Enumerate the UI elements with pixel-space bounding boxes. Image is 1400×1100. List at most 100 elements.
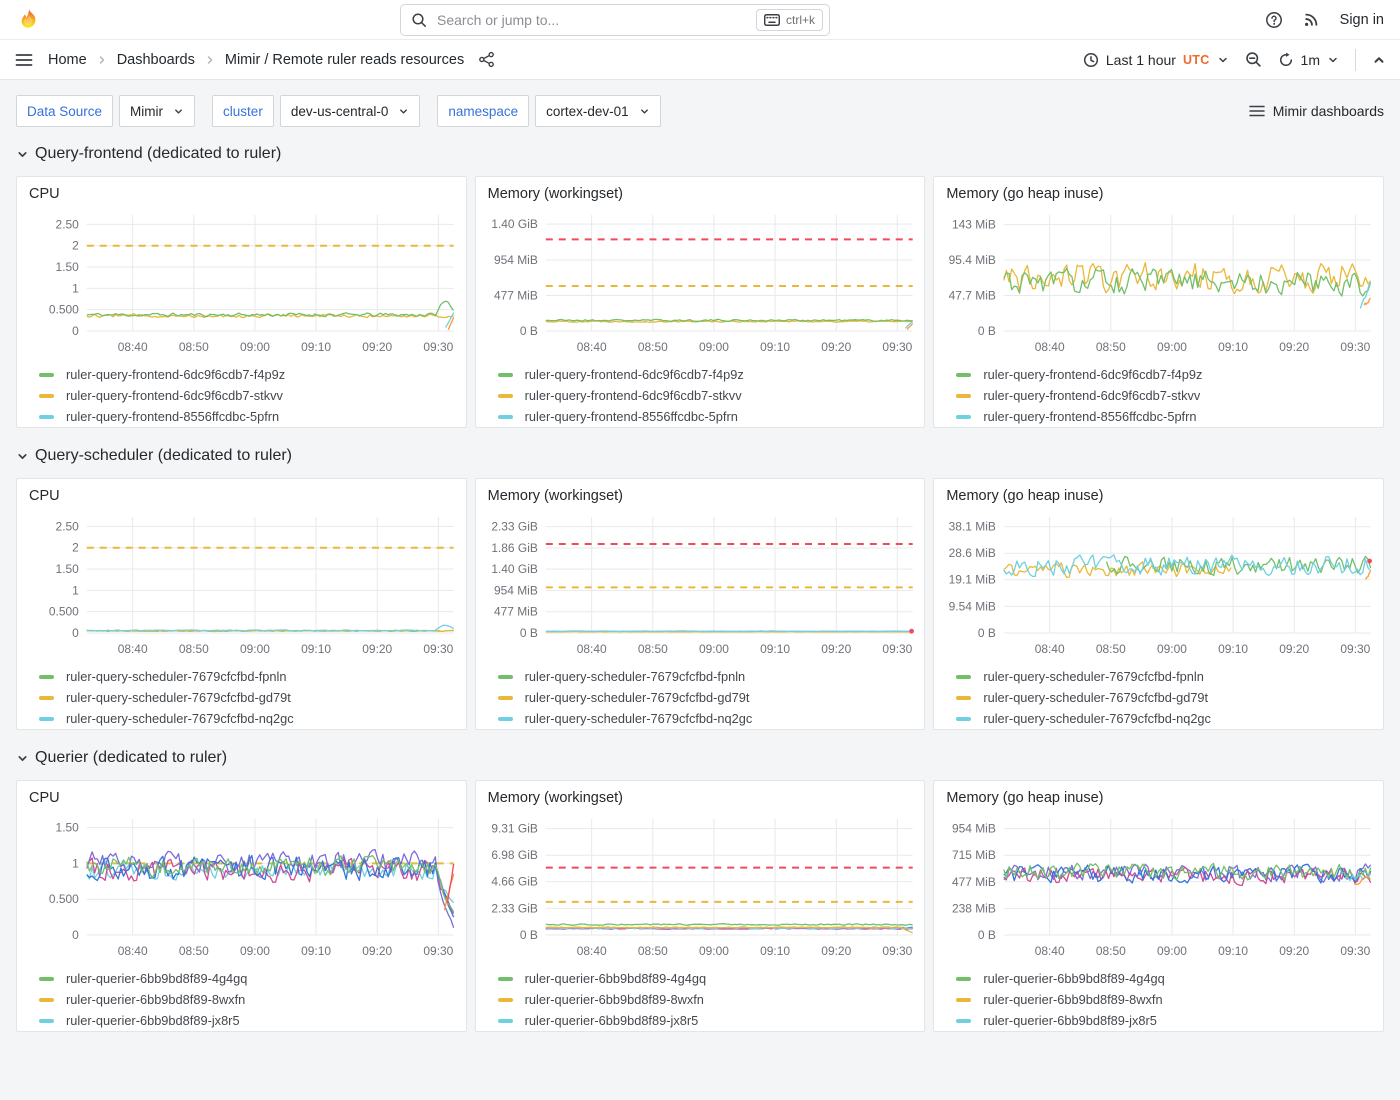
panel: CPU 2.5021.5010.500008:4008:5009:0009:10…	[16, 478, 467, 730]
refresh-picker[interactable]: 1m	[1278, 52, 1339, 68]
legend-item[interactable]: ruler-querier-6bb9bd8f89-8wxfn	[39, 989, 458, 1010]
legend-item[interactable]: ruler-query-scheduler-7679cfcfbd-nq2gc	[39, 708, 458, 729]
mega-menu-button[interactable]	[14, 50, 34, 70]
panel-title[interactable]: Memory (workingset)	[484, 787, 917, 813]
legend-label: ruler-query-scheduler-7679cfcfbd-nq2gc	[66, 711, 294, 726]
legend-swatch	[498, 998, 513, 1002]
legend-item[interactable]: ruler-querier-6bb9bd8f89-jx8r5	[498, 1010, 917, 1031]
legend-item[interactable]: ruler-querier-6bb9bd8f89-jx8r5	[956, 1010, 1375, 1031]
row-header[interactable]: Query-frontend (dedicated to ruler)	[16, 145, 1384, 163]
namespace-dropdown[interactable]: cortex-dev-01	[535, 95, 661, 127]
svg-text:08:50: 08:50	[179, 642, 209, 656]
news-button[interactable]	[1303, 11, 1320, 28]
legend-item[interactable]: ruler-query-scheduler-7679cfcfbd-gd79t	[39, 687, 458, 708]
legend-label: ruler-query-frontend-6dc9f6cdb7-stkvv	[66, 388, 283, 403]
legend-item[interactable]: ruler-query-frontend-6dc9f6cdb7-stkvv	[39, 385, 458, 406]
legend-item[interactable]: ruler-querier-6bb9bd8f89-4g4gq	[39, 968, 458, 989]
chevron-down-icon	[1217, 54, 1229, 66]
help-button[interactable]	[1265, 11, 1283, 29]
panel-title[interactable]: Memory (go heap inuse)	[942, 485, 1375, 511]
panel-title[interactable]: CPU	[25, 485, 458, 511]
row-title: Query-scheduler (dedicated to ruler)	[35, 447, 292, 465]
legend-item[interactable]: ruler-querier-6bb9bd8f89-4g4gq	[956, 968, 1375, 989]
legend-label: ruler-query-frontend-6dc9f6cdb7-stkvv	[983, 388, 1200, 403]
panel-title[interactable]: Memory (workingset)	[484, 485, 917, 511]
svg-text:2: 2	[72, 239, 79, 253]
legend-label: ruler-querier-6bb9bd8f89-4g4gq	[66, 971, 247, 986]
global-search[interactable]: ctrl+k	[400, 4, 830, 36]
panel: Memory (workingset) 2.33 GiB1.86 GiB1.40…	[475, 478, 926, 730]
panel-title[interactable]: Memory (go heap inuse)	[942, 787, 1375, 813]
legend-item[interactable]: ruler-query-scheduler-7679cfcfbd-fpnln	[498, 666, 917, 687]
zoom-out-time-button[interactable]	[1245, 51, 1262, 68]
legend-item[interactable]: ruler-query-scheduler-7679cfcfbd-nq2gc	[498, 708, 917, 729]
share-dashboard-button[interactable]	[478, 51, 495, 68]
mimir-dashboards-button[interactable]: Mimir dashboards	[1249, 103, 1384, 119]
svg-text:9.31 GiB: 9.31 GiB	[491, 822, 538, 836]
legend-swatch	[956, 373, 971, 377]
legend-swatch	[956, 415, 971, 419]
panel-title[interactable]: CPU	[25, 787, 458, 813]
legend-label: ruler-querier-6bb9bd8f89-4g4gq	[525, 971, 706, 986]
search-input[interactable]	[435, 11, 748, 29]
legend-item[interactable]: ruler-query-frontend-8556ffcdbc-5pfrn	[498, 406, 917, 427]
svg-text:09:30: 09:30	[882, 944, 912, 958]
svg-text:715 MiB: 715 MiB	[952, 848, 996, 862]
panel-title[interactable]: Memory (go heap inuse)	[942, 183, 1375, 209]
svg-text:143 MiB: 143 MiB	[952, 218, 996, 232]
panel-title[interactable]: CPU	[25, 183, 458, 209]
legend-item[interactable]: ruler-query-scheduler-7679cfcfbd-fpnln	[956, 666, 1375, 687]
svg-text:09:00: 09:00	[1157, 944, 1187, 958]
grafana-logo[interactable]	[16, 7, 42, 33]
legend-item[interactable]: ruler-querier-6bb9bd8f89-4g4gq	[498, 968, 917, 989]
svg-text:08:50: 08:50	[1096, 340, 1126, 354]
panel-row: CPU 2.5021.5010.500008:4008:5009:0009:10…	[16, 176, 1384, 428]
svg-text:09:20: 09:20	[821, 340, 851, 354]
svg-text:09:10: 09:10	[760, 340, 790, 354]
legend-item[interactable]: ruler-query-frontend-6dc9f6cdb7-f4p9z	[39, 364, 458, 385]
svg-text:09:30: 09:30	[423, 642, 453, 656]
chevron-down-icon	[16, 752, 29, 765]
svg-text:2: 2	[72, 541, 79, 555]
legend-item[interactable]: ruler-query-frontend-6dc9f6cdb7-f4p9z	[498, 364, 917, 385]
sign-in-button[interactable]: Sign in	[1340, 12, 1384, 28]
legend-swatch	[39, 998, 54, 1002]
legend-swatch	[956, 394, 971, 398]
legend-item[interactable]: ruler-query-scheduler-7679cfcfbd-gd79t	[498, 687, 917, 708]
breadcrumb-home[interactable]: Home	[48, 52, 87, 68]
legend-item[interactable]: ruler-query-scheduler-7679cfcfbd-nq2gc	[956, 708, 1375, 729]
breadcrumb-dashboards[interactable]: Dashboards	[117, 52, 195, 68]
legend-item[interactable]: ruler-querier-6bb9bd8f89-8wxfn	[498, 989, 917, 1010]
row-header[interactable]: Querier (dedicated to ruler)	[16, 749, 1384, 767]
variable-label: cluster	[212, 95, 274, 127]
legend-item[interactable]: ruler-query-frontend-8556ffcdbc-5pfrn	[39, 406, 458, 427]
keyboard-icon	[764, 14, 780, 26]
legend-item[interactable]: ruler-query-scheduler-7679cfcfbd-gd79t	[956, 687, 1375, 708]
legend-swatch	[39, 394, 54, 398]
legend-item[interactable]: ruler-query-frontend-6dc9f6cdb7-stkvv	[498, 385, 917, 406]
collapse-controls-button[interactable]	[1372, 53, 1386, 67]
legend-item[interactable]: ruler-query-frontend-6dc9f6cdb7-stkvv	[956, 385, 1375, 406]
legend-item[interactable]: ruler-querier-6bb9bd8f89-8wxfn	[956, 989, 1375, 1010]
dashboard-content: Data Source Mimir cluster dev-us-central…	[0, 80, 1400, 1032]
panel: Memory (workingset) 9.31 GiB6.98 GiB4.66…	[475, 780, 926, 1032]
svg-text:1.86 GiB: 1.86 GiB	[491, 541, 538, 555]
time-range-picker[interactable]: Last 1 hour UTC	[1083, 52, 1229, 68]
legend-item[interactable]: ruler-query-frontend-6dc9f6cdb7-f4p9z	[956, 364, 1375, 385]
row-header[interactable]: Query-scheduler (dedicated to ruler)	[16, 447, 1384, 465]
panel-chart: 2.5021.5010.500008:4008:5009:0009:1009:2…	[25, 511, 458, 661]
svg-text:09:20: 09:20	[362, 340, 392, 354]
panel-chart: 2.33 GiB1.86 GiB1.40 GiB954 MiB477 MiB0 …	[484, 511, 917, 661]
svg-text:0 B: 0 B	[520, 928, 538, 942]
svg-text:09:30: 09:30	[882, 340, 912, 354]
svg-text:0.500: 0.500	[49, 892, 79, 906]
legend-item[interactable]: ruler-query-scheduler-7679cfcfbd-fpnln	[39, 666, 458, 687]
datasource-dropdown[interactable]: Mimir	[119, 95, 195, 127]
legend-item[interactable]: ruler-querier-6bb9bd8f89-jx8r5	[39, 1010, 458, 1031]
panel: Memory (workingset) 1.40 GiB954 MiB477 M…	[475, 176, 926, 428]
cluster-dropdown[interactable]: dev-us-central-0	[280, 95, 421, 127]
panel-title[interactable]: Memory (workingset)	[484, 183, 917, 209]
panel: Memory (go heap inuse) 38.1 MiB28.6 MiB1…	[933, 478, 1384, 730]
legend-item[interactable]: ruler-query-frontend-8556ffcdbc-5pfrn	[956, 406, 1375, 427]
legend-label: ruler-querier-6bb9bd8f89-8wxfn	[525, 992, 704, 1007]
